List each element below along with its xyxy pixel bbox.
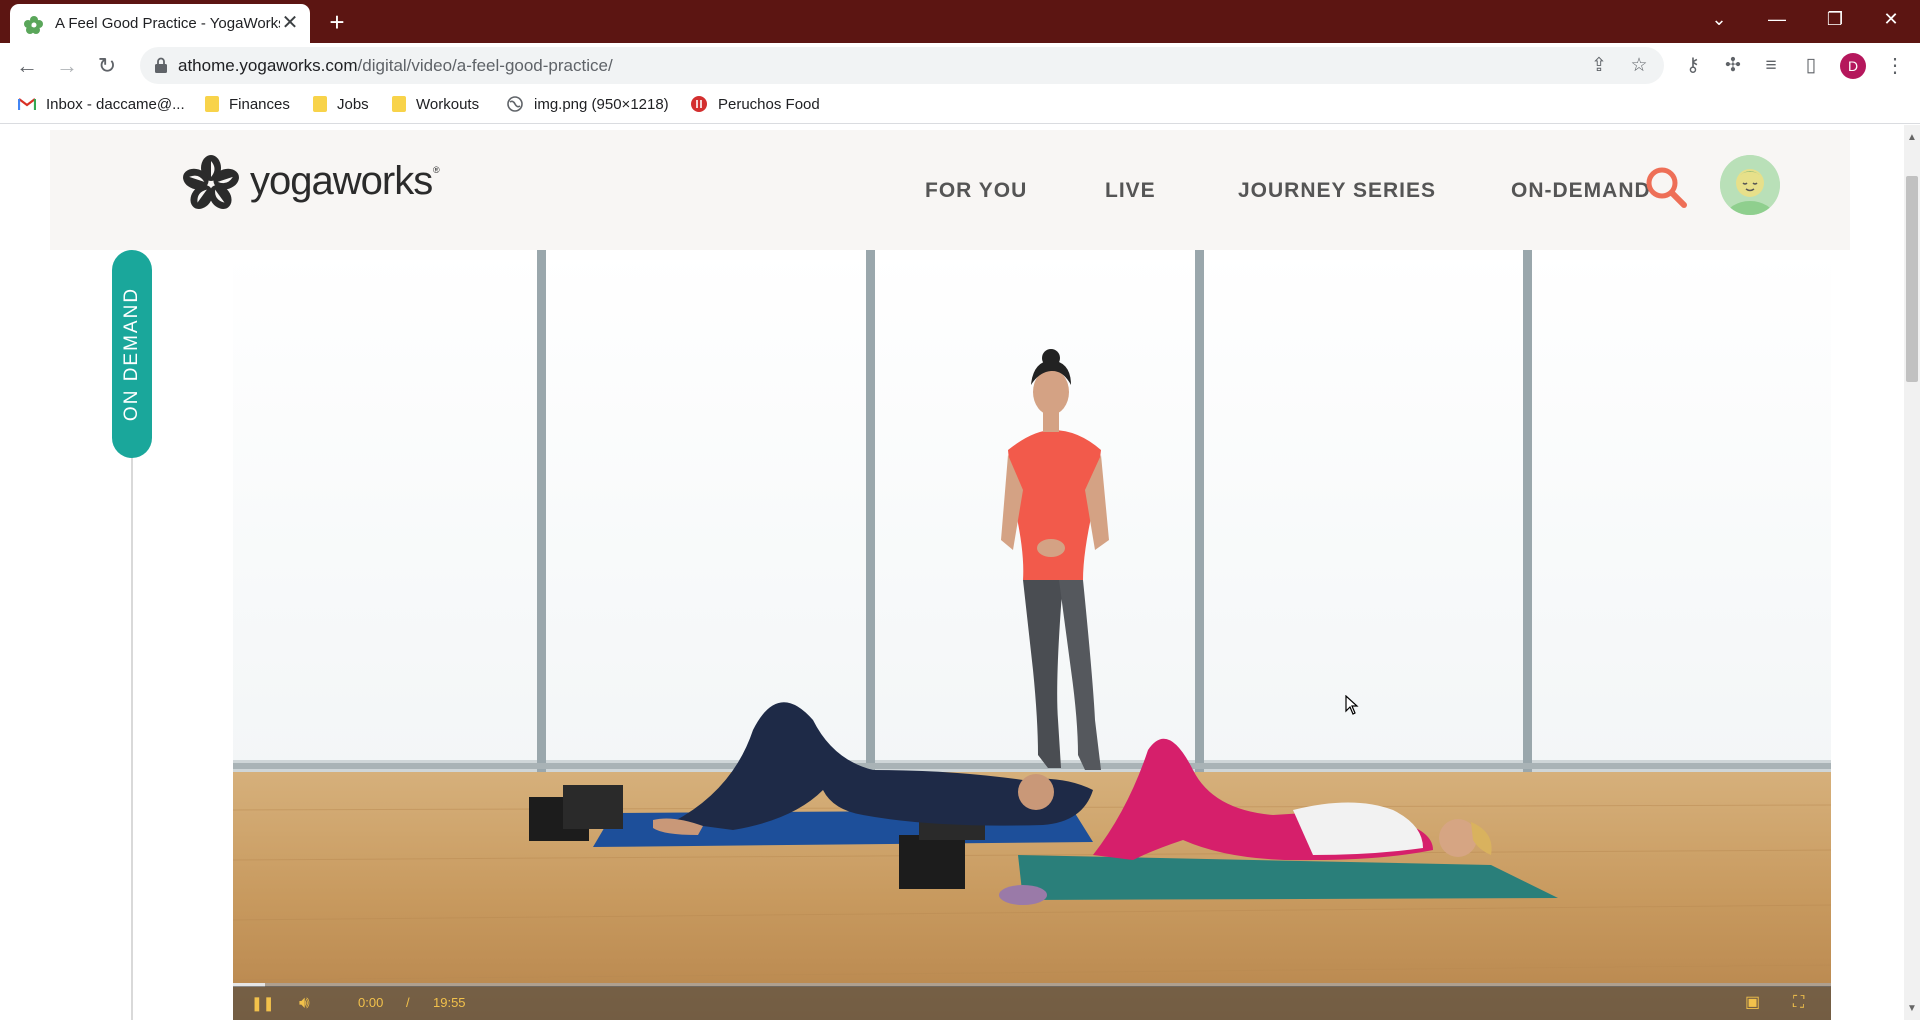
media-control-icon[interactable]: ≡	[1758, 53, 1784, 79]
bookmark-peruchos[interactable]: Peruchos Food	[690, 96, 820, 116]
scroll-up-arrow-icon[interactable]: ▲	[1906, 131, 1918, 145]
new-tab-button[interactable]: +	[322, 7, 352, 37]
tab-search-icon[interactable]: ⌄	[1690, 0, 1748, 40]
video-frame-image	[233, 250, 1831, 1020]
url-text: athome.yogaworks.com/digital/video/a-fee…	[178, 56, 613, 76]
browser-tab-bar: A Feel Good Practice - YogaWorks ✕ + ⌄ —…	[0, 0, 1920, 43]
user-avatar[interactable]	[1720, 155, 1780, 215]
gmail-icon	[18, 98, 36, 110]
nav-on-demand[interactable]: ON-DEMAND	[1511, 179, 1651, 203]
address-bar[interactable]: athome.yogaworks.com/digital/video/a-fee…	[140, 47, 1664, 84]
video-controls-bar: ❚❚ 🔊︎ 0:00 / 19:55 ▣ ⛶	[233, 986, 1831, 1020]
bookmark-label: Jobs	[337, 96, 369, 113]
side-panel-icon[interactable]: ▯	[1798, 53, 1824, 79]
duration: 19:55	[433, 995, 466, 1010]
close-window-button[interactable]: ✕	[1862, 0, 1920, 40]
lock-icon	[155, 57, 167, 73]
bookmark-label: Peruchos Food	[718, 96, 820, 113]
yogaworks-favicon-icon	[24, 16, 43, 34]
video-player[interactable]	[233, 250, 1831, 1020]
nav-for-you[interactable]: FOR YOU	[925, 179, 1027, 203]
pause-icon[interactable]: ❚❚	[251, 993, 274, 1013]
avatar-face-icon	[1720, 155, 1780, 215]
time-separator: /	[406, 995, 410, 1010]
folder-icon	[205, 96, 219, 112]
globe-icon	[507, 96, 523, 112]
yogaworks-logo[interactable]: yogaworks ®	[182, 155, 452, 215]
scrollbar-thumb[interactable]	[1906, 176, 1918, 382]
timeline-line	[131, 405, 133, 1020]
mouse-cursor-icon	[1345, 695, 1359, 715]
nav-journey-series[interactable]: JOURNEY SERIES	[1238, 179, 1436, 203]
yogaworks-flower-icon	[183, 155, 239, 209]
browser-tab[interactable]: A Feel Good Practice - YogaWorks ✕	[10, 4, 310, 43]
logo-wordmark: yogaworks	[250, 159, 433, 203]
web-page: yogaworks ® FOR YOU LIVE JOURNEY SERIES …	[0, 125, 1904, 1020]
menu-kebab-icon[interactable]: ⋮	[1882, 53, 1908, 79]
tab-title: A Feel Good Practice - YogaWorks	[55, 15, 280, 32]
picture-in-picture-icon[interactable]: ▣	[1745, 993, 1760, 1013]
current-time: 0:00	[358, 995, 384, 1010]
bookmark-img[interactable]: img.png (950×1218)	[506, 96, 669, 116]
back-arrow-icon[interactable]: ←	[12, 51, 42, 81]
url-path: /digital/video/a-feel-good-practice/	[357, 56, 613, 75]
logo-registered-mark: ®	[433, 165, 440, 175]
bookmark-jobs[interactable]: Jobs	[313, 96, 369, 116]
folder-icon	[392, 96, 406, 112]
minimize-button[interactable]: —	[1748, 0, 1806, 40]
restore-button[interactable]: ❐	[1806, 0, 1864, 40]
on-demand-label: ON DEMAND	[121, 286, 142, 422]
bookmark-label: Finances	[229, 96, 290, 113]
bookmark-star-icon[interactable]: ☆	[1628, 55, 1650, 77]
extensions-icon[interactable]: ✣	[1720, 53, 1746, 79]
key-icon[interactable]: ⚷	[1680, 53, 1706, 79]
bookmark-label: img.png (950×1218)	[534, 96, 669, 113]
fullscreen-icon[interactable]: ⛶	[1793, 993, 1804, 1013]
bookmark-inbox[interactable]: Inbox - daccame@...	[18, 96, 185, 116]
food-icon	[691, 96, 707, 112]
tab-close-icon[interactable]: ✕	[280, 13, 300, 33]
browser-toolbar: ← → ↻ athome.yogaworks.com/digital/video…	[0, 43, 1920, 88]
bookmark-finances[interactable]: Finances	[205, 96, 290, 116]
bookmarks-bar: Inbox - daccame@... Finances Jobs Workou…	[0, 88, 1920, 124]
url-host: athome.yogaworks.com	[178, 56, 358, 75]
on-demand-side-tab[interactable]: ON DEMAND	[112, 250, 152, 458]
reload-icon[interactable]: ↻	[92, 51, 122, 81]
bookmark-label: Inbox - daccame@...	[46, 96, 185, 113]
folder-icon	[313, 96, 327, 112]
share-icon[interactable]: ⇪	[1588, 55, 1610, 77]
volume-icon[interactable]: 🔊︎	[299, 993, 310, 1013]
scroll-down-arrow-icon[interactable]: ▼	[1906, 1002, 1918, 1016]
nav-live[interactable]: LIVE	[1105, 179, 1156, 203]
search-icon[interactable]	[1644, 165, 1688, 209]
forward-arrow-icon[interactable]: →	[52, 51, 82, 81]
profile-avatar[interactable]: D	[1840, 53, 1866, 79]
bookmark-label: Workouts	[416, 96, 480, 113]
bookmark-workouts[interactable]: Workouts	[392, 96, 479, 116]
